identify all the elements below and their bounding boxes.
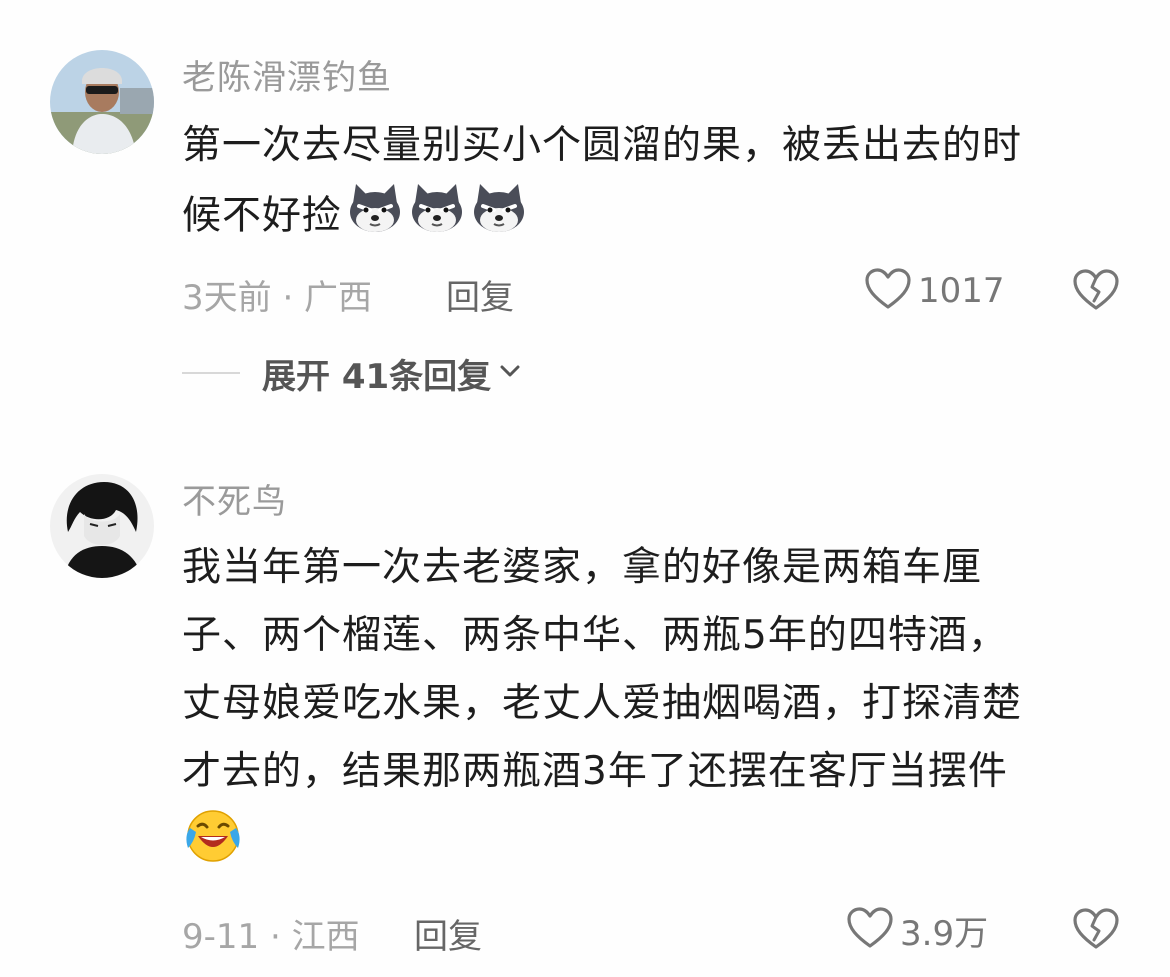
dislike-button[interactable] [1072, 268, 1120, 316]
reply-button[interactable]: 回复 [446, 270, 514, 319]
like-count: 3.9万 [900, 913, 989, 954]
like-count: 1017 [918, 271, 1005, 311]
comment-line: 候不好捡 [182, 180, 1122, 248]
broken-heart-icon [1072, 269, 1120, 316]
dislike-button[interactable] [1072, 907, 1120, 955]
husky-smirk-emoji [408, 180, 466, 256]
expand-divider [182, 372, 240, 374]
comment-text: 第一次去尽量别买小个圆溜的果，被丢出去的时 候不好捡 [182, 112, 1122, 248]
chevron-down-icon [499, 363, 521, 383]
broken-heart-icon [1072, 908, 1120, 955]
comment-line: 我当年第一次去老婆家，拿的好像是两箱车厘 [182, 545, 983, 590]
husky-smirk-emoji [346, 180, 404, 256]
comment-meta-row: 9-11 · 江西 回复 3.9万 [182, 905, 1132, 958]
reply-button[interactable]: 回复 [414, 909, 482, 958]
expand-replies-label: 展开 41条回复 [262, 356, 492, 397]
comment-time-location: 9-11 · 江西 [182, 917, 360, 957]
avatar[interactable] [50, 474, 154, 578]
comment-line: 才去的，结果那两瓶酒3年了还摆在客厅当摆件 [182, 749, 1008, 794]
comment-line [182, 806, 1122, 874]
husky-smirk-emoji [470, 180, 528, 256]
username[interactable]: 不死鸟 [182, 474, 287, 523]
comment-line: 丈母娘爱吃水果，老丈人爱抽烟喝酒，打探清楚 [182, 681, 1023, 726]
username[interactable]: 老陈滑漂钓鱼 [182, 50, 392, 99]
comment-line: 第一次去尽量别买小个圆溜的果，被丢出去的时 [182, 123, 1023, 168]
comment-meta-row: 3天前 · 广西 回复 1017 [182, 266, 1132, 319]
like-button[interactable]: 3.9万 [846, 905, 988, 955]
heart-outline-icon [846, 906, 894, 954]
comment-time-location: 3天前 · 广西 [182, 278, 373, 318]
expand-replies-button[interactable]: 展开 41条回复 [182, 348, 521, 398]
avatar[interactable] [50, 50, 154, 154]
comment-text: 我当年第一次去老婆家，拿的好像是两箱车厘 子、两个榴莲、两条中华、两瓶5年的四特… [182, 534, 1122, 874]
comment-line: 子、两个榴莲、两条中华、两瓶5年的四特酒， [182, 613, 1008, 658]
heart-outline-icon [864, 267, 912, 315]
like-button[interactable]: 1017 [864, 266, 1005, 316]
laugh-cry-emoji [182, 806, 244, 886]
comment-line-text: 候不好捡 [182, 193, 343, 239]
